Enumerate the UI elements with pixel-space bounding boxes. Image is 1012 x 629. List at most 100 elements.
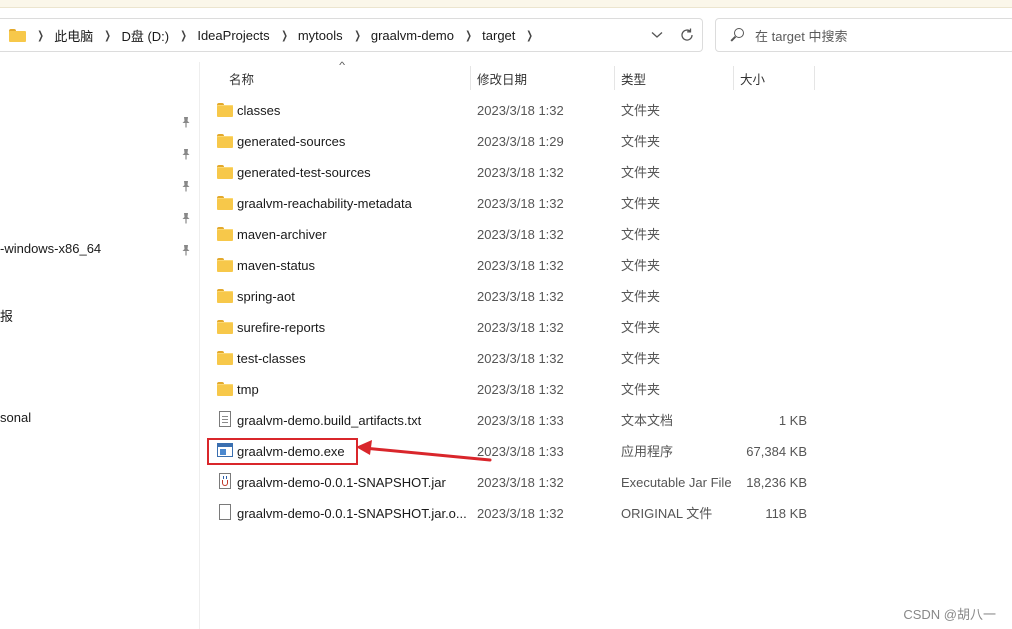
file-type: 文件夹 <box>621 103 661 118</box>
column-header-size[interactable]: 大小 <box>740 66 812 90</box>
file-row[interactable]: maven-archiver 2023/3/18 1:32 文件夹 <box>207 219 817 250</box>
file-icon <box>219 504 231 520</box>
file-date: 2023/3/18 1:32 <box>477 196 564 211</box>
file-date: 2023/3/18 1:32 <box>477 475 564 490</box>
file-size <box>737 281 807 312</box>
file-date: 2023/3/18 1:32 <box>477 227 564 242</box>
file-type: 文件夹 <box>621 320 661 335</box>
file-name: generated-test-sources <box>237 165 371 180</box>
chevron-right-icon[interactable]: ❯ <box>105 29 111 42</box>
address-bar[interactable]: ❯ 此电脑 ❯ D盘 (D:) ❯ IdeaProjects ❯ mytools… <box>0 18 703 52</box>
file-date: 2023/3/18 1:32 <box>477 351 564 366</box>
chevron-right-icon[interactable]: ❯ <box>37 29 43 42</box>
file-date: 2023/3/18 1:29 <box>477 134 564 149</box>
column-divider[interactable] <box>614 66 615 90</box>
file-size <box>737 250 807 281</box>
file-date: 2023/3/18 1:33 <box>477 413 564 428</box>
folder-icon <box>217 351 233 365</box>
file-row[interactable]: test-classes 2023/3/18 1:32 文件夹 <box>207 343 817 374</box>
breadcrumb-ideaprojects[interactable]: IdeaProjects <box>197 28 269 43</box>
file-row[interactable]: graalvm-demo-0.0.1-SNAPSHOT.jar.o... 202… <box>207 498 817 529</box>
file-type: 文件夹 <box>621 382 661 397</box>
file-date: 2023/3/18 1:32 <box>477 506 564 521</box>
file-size: 118 KB <box>765 506 807 521</box>
column-header-type[interactable]: 类型 <box>621 66 731 90</box>
chevron-down-icon[interactable] <box>642 19 672 51</box>
file-size <box>737 157 807 188</box>
breadcrumb-this-pc[interactable]: 此电脑 <box>54 26 93 45</box>
file-name: maven-status <box>237 258 316 273</box>
file-name: graalvm-demo-0.0.1-SNAPSHOT.jar.o... <box>237 506 467 521</box>
file-date: 2023/3/18 1:32 <box>477 258 564 273</box>
folder-icon <box>217 258 233 272</box>
file-size <box>737 126 807 157</box>
breadcrumb-mytools[interactable]: mytools <box>298 28 343 43</box>
column-header-date[interactable]: 修改日期 <box>477 66 613 90</box>
chevron-right-icon[interactable]: ❯ <box>354 29 360 42</box>
file-row[interactable]: spring-aot 2023/3/18 1:32 文件夹 <box>207 281 817 312</box>
pin-icon[interactable] <box>180 244 192 256</box>
file-type: 文件夹 <box>621 227 661 242</box>
jar-file-icon <box>219 473 231 489</box>
file-name: maven-archiver <box>237 227 327 242</box>
file-size: 1 KB <box>778 413 807 428</box>
file-row[interactable]: graalvm-reachability-metadata 2023/3/18 … <box>207 188 817 219</box>
annotation-arrow-icon <box>356 440 492 462</box>
refresh-icon[interactable] <box>672 19 702 51</box>
file-row[interactable]: surefire-reports 2023/3/18 1:32 文件夹 <box>207 312 817 343</box>
column-divider[interactable] <box>470 66 471 90</box>
column-divider[interactable] <box>814 66 815 90</box>
file-date: 2023/3/18 1:32 <box>477 320 564 335</box>
file-date: 2023/3/18 1:33 <box>477 444 564 459</box>
file-size <box>737 219 807 250</box>
file-date: 2023/3/18 1:32 <box>477 165 564 180</box>
breadcrumb-d-drive[interactable]: D盘 (D:) <box>121 26 169 45</box>
file-row[interactable]: classes 2023/3/18 1:32 文件夹 <box>207 95 817 126</box>
pin-icon[interactable] <box>180 180 192 192</box>
column-header-name[interactable]: 名称 <box>229 66 469 90</box>
file-row[interactable]: graalvm-demo.build_artifacts.txt 2023/3/… <box>207 405 817 436</box>
nav-item[interactable]: sonal <box>0 410 31 425</box>
file-size: 67,384 KB <box>746 444 807 459</box>
file-name: tmp <box>237 382 259 397</box>
file-name: surefire-reports <box>237 320 326 335</box>
nav-item[interactable]: -windows-x86_64 <box>0 241 101 256</box>
pin-icon[interactable] <box>180 148 192 160</box>
file-type: 文件夹 <box>621 134 661 149</box>
navigation-pane: -windows-x86_64 报 sonal <box>0 62 200 629</box>
nav-item[interactable]: 报 <box>0 306 13 325</box>
annotation-highlight-box <box>207 438 358 465</box>
file-name: classes <box>237 103 281 118</box>
text-file-icon <box>219 411 231 427</box>
file-row[interactable]: graalvm-demo-0.0.1-SNAPSHOT.jar 2023/3/1… <box>207 467 817 498</box>
file-name: generated-sources <box>237 134 346 149</box>
folder-icon <box>217 134 233 148</box>
breadcrumb-graalvm-demo[interactable]: graalvm-demo <box>371 28 454 43</box>
file-type: 文件夹 <box>621 196 661 211</box>
pin-icon[interactable] <box>180 212 192 224</box>
file-type: Executable Jar File <box>621 475 732 490</box>
file-size: 18,236 KB <box>746 475 807 490</box>
pin-icon[interactable] <box>180 116 192 128</box>
file-row[interactable]: maven-status 2023/3/18 1:32 文件夹 <box>207 250 817 281</box>
file-name: graalvm-reachability-metadata <box>237 196 412 211</box>
breadcrumb-target[interactable]: target <box>482 28 515 43</box>
file-type: ORIGINAL 文件 <box>621 506 713 521</box>
file-type: 文件夹 <box>621 351 661 366</box>
file-date: 2023/3/18 1:32 <box>477 382 564 397</box>
file-row[interactable]: tmp 2023/3/18 1:32 文件夹 <box>207 374 817 405</box>
chevron-right-icon[interactable]: ❯ <box>527 29 533 42</box>
search-input[interactable]: 在 target 中搜索 <box>715 18 1012 52</box>
file-date: 2023/3/18 1:32 <box>477 289 564 304</box>
file-row[interactable]: generated-sources 2023/3/18 1:29 文件夹 <box>207 126 817 157</box>
file-row[interactable]: generated-test-sources 2023/3/18 1:32 文件… <box>207 157 817 188</box>
chevron-right-icon[interactable]: ❯ <box>281 29 287 42</box>
file-type: 文件夹 <box>621 289 661 304</box>
file-type: 应用程序 <box>621 444 674 459</box>
search-icon <box>730 28 744 42</box>
column-divider[interactable] <box>733 66 734 90</box>
title-bar-strip <box>0 0 1012 8</box>
chevron-right-icon[interactable]: ❯ <box>465 29 471 42</box>
file-size <box>737 312 807 343</box>
chevron-right-icon[interactable]: ❯ <box>181 29 187 42</box>
